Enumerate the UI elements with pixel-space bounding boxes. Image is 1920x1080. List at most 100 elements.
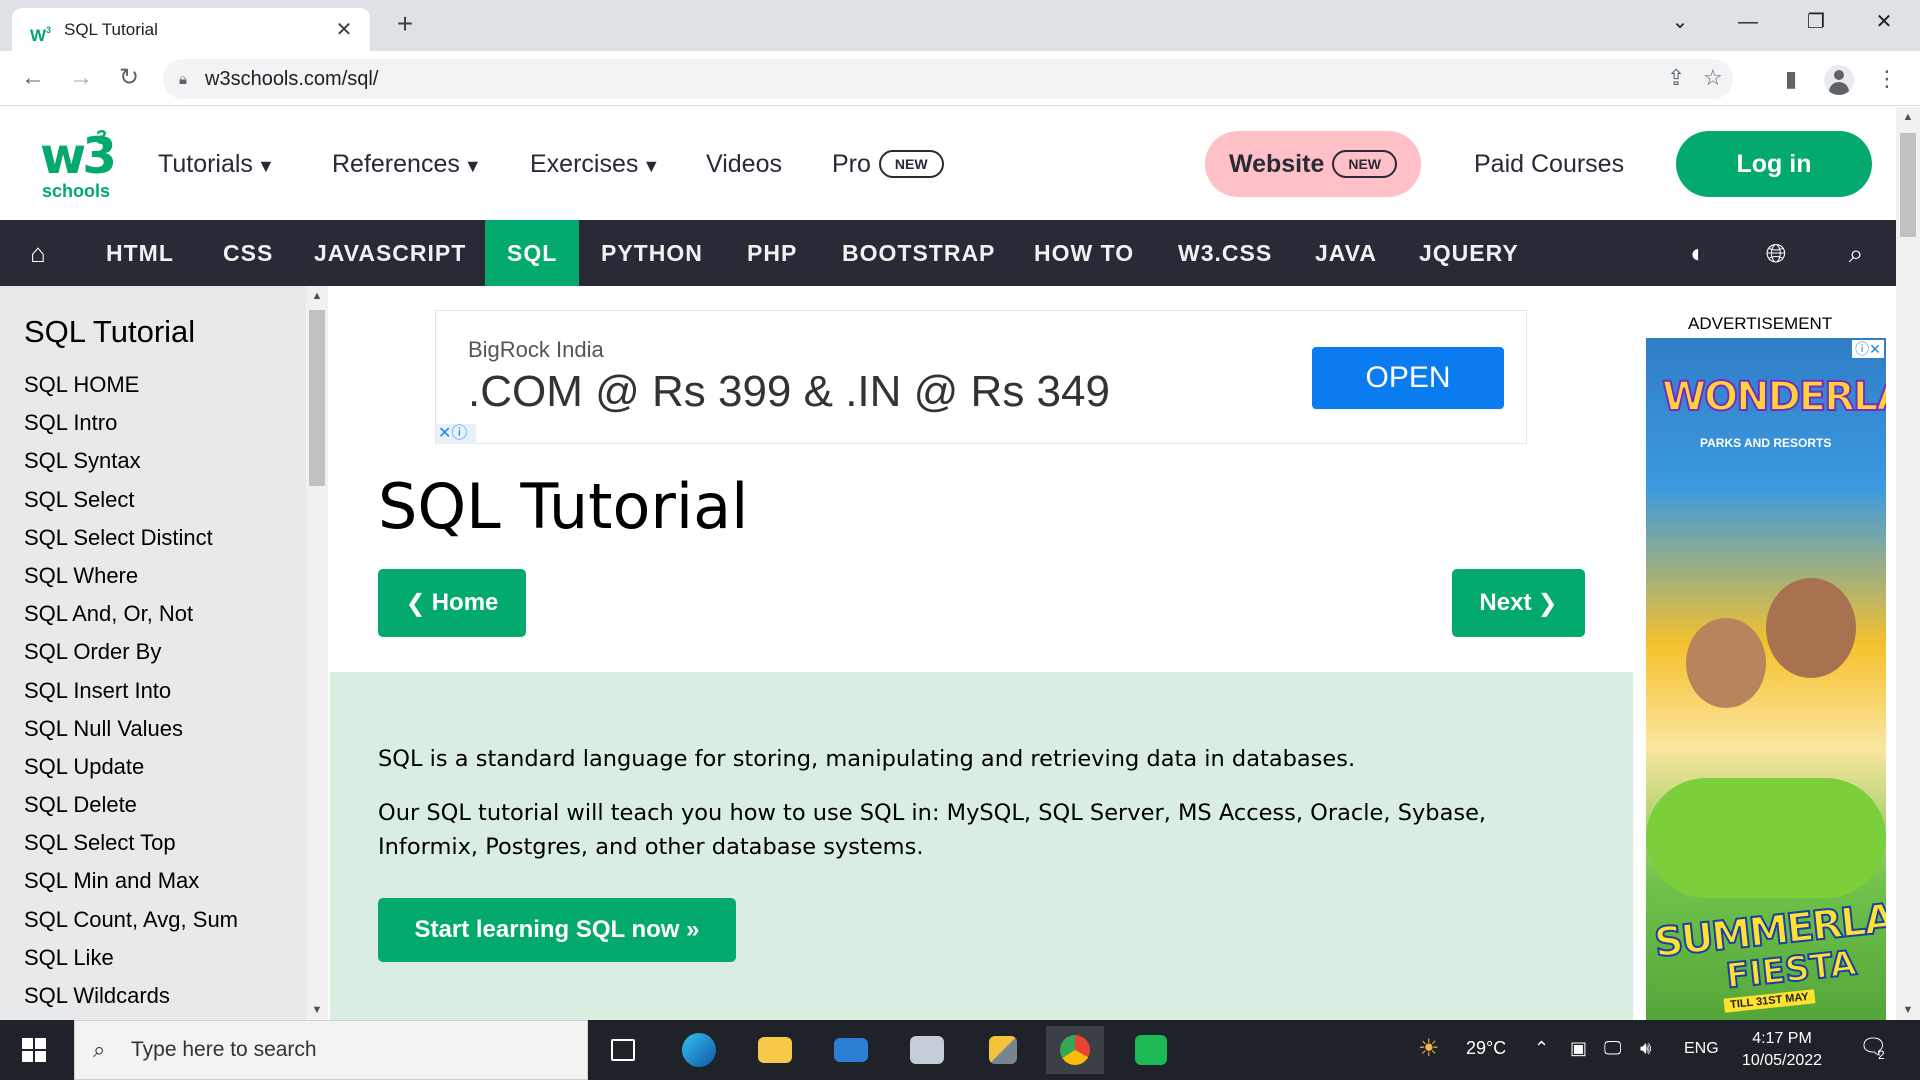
home-icon[interactable]: ⌂ (22, 238, 54, 270)
subnav-html[interactable]: HTML (84, 220, 196, 286)
windows-start-icon[interactable] (22, 1038, 46, 1062)
caret-down-icon: ▼ (256, 156, 275, 176)
sidebar-item-and-or-not[interactable]: SQL And, Or, Not (24, 595, 238, 633)
minimize-button[interactable]: — (1718, 4, 1778, 40)
edge-browser-icon[interactable] (670, 1026, 728, 1074)
task-view-icon[interactable] (594, 1026, 652, 1074)
w3schools-logo[interactable]: w3 3 schools (40, 127, 117, 207)
volume-icon[interactable]: 🔊︎ (1640, 1038, 1651, 1059)
windows-taskbar: ⌕ Type here to search ☀ 29°C ⌃ ▣ 🖵︎ 🔊︎ E… (0, 1020, 1920, 1080)
subnav-java[interactable]: JAVA (1293, 220, 1399, 286)
subnav-jquery[interactable]: JQUERY (1397, 220, 1541, 286)
subject-navbar: ⌂ HTML CSS JAVASCRIPT SQL PYTHON PHP BOO… (0, 220, 1896, 286)
paid-courses-link[interactable]: Paid Courses (1474, 150, 1624, 179)
website-button[interactable]: Website NEW (1205, 131, 1421, 197)
chrome-menu-icon[interactable]: ⋮ (1872, 65, 1902, 95)
sidebar-item-intro[interactable]: SQL Intro (24, 404, 238, 442)
tray-chevron-up-icon[interactable]: ⌃ (1534, 1038, 1549, 1059)
sidebar-list: SQL HOME SQL Intro SQL Syntax SQL Select… (24, 366, 238, 1015)
nav-pro[interactable]: Pro NEW (832, 150, 944, 179)
notification-center-icon[interactable]: 🗨︎ 2 (1856, 1034, 1890, 1064)
tab-close-icon[interactable]: ✕ (332, 17, 356, 42)
start-learning-button[interactable]: Start learning SQL now » (378, 898, 736, 962)
ad-choices-icon[interactable]: ✕ⓘ (436, 424, 476, 444)
sidebar-item-null-values[interactable]: SQL Null Values (24, 710, 238, 748)
weather-icon[interactable]: ☀ (1418, 1034, 1440, 1063)
subnav-bootstrap[interactable]: BOOTSTRAP (820, 220, 1017, 286)
page-scrollbar[interactable]: ▲ ▼ (1896, 107, 1920, 1020)
scroll-up-arrow-icon[interactable]: ▲ (306, 290, 328, 302)
globe-icon[interactable]: 🌐︎ (1760, 238, 1792, 270)
scroll-up-arrow-icon[interactable]: ▲ (1896, 111, 1920, 123)
sidebar-item-update[interactable]: SQL Update (24, 748, 238, 786)
scroll-down-arrow-icon[interactable]: ▼ (1896, 1004, 1920, 1016)
taskbar-clock[interactable]: 4:17 PM 10/05/2022 (1732, 1028, 1832, 1072)
meet-now-icon[interactable]: ▣ (1570, 1038, 1587, 1059)
url-text[interactable]: w3schools.com/sql/ (205, 68, 378, 91)
subnav-javascript[interactable]: JAVASCRIPT (292, 220, 488, 286)
subnav-php[interactable]: PHP (725, 220, 819, 286)
close-window-button[interactable]: ✕ (1854, 4, 1914, 40)
sidebar-item-count-avg-sum[interactable]: SQL Count, Avg, Sum (24, 901, 238, 939)
taskbar-search-box[interactable]: ⌕ Type here to search (74, 1020, 588, 1080)
top-ad-banner[interactable]: BigRock India .COM @ Rs 399 & .IN @ Rs 3… (435, 310, 1527, 444)
app-window-icon[interactable] (898, 1026, 956, 1074)
sidebar-item-home[interactable]: SQL HOME (24, 366, 238, 404)
sidebar-item-syntax[interactable]: SQL Syntax (24, 442, 238, 480)
sidebar-item-select-top[interactable]: SQL Select Top (24, 824, 238, 862)
reload-button[interactable]: ↻ (112, 63, 146, 95)
subnav-w3css[interactable]: W3.CSS (1156, 220, 1294, 286)
forward-button[interactable]: → (64, 63, 98, 95)
sidebar-item-where[interactable]: SQL Where (24, 557, 238, 595)
new-tab-button[interactable]: + (390, 10, 420, 40)
dark-mode-icon[interactable]: ◐ (1682, 238, 1714, 270)
share-icon[interactable]: ⇪ (1667, 65, 1685, 91)
tab-search-icon[interactable]: ⌄ (1650, 4, 1710, 40)
sidebar-item-like[interactable]: SQL Like (24, 939, 238, 977)
sidebar-scroll-thumb[interactable] (309, 310, 325, 486)
sidebar-item-insert-into[interactable]: SQL Insert Into (24, 672, 238, 710)
tools-app-icon[interactable] (974, 1026, 1032, 1074)
subnav-sql[interactable]: SQL (485, 220, 580, 286)
mail-icon[interactable] (822, 1026, 880, 1074)
file-explorer-icon[interactable] (746, 1026, 804, 1074)
bookmark-star-icon[interactable]: ☆ (1703, 65, 1723, 91)
nav-exercises[interactable]: Exercises ▼ (530, 150, 660, 179)
nav-references[interactable]: References ▼ (332, 150, 482, 179)
login-button[interactable]: Log in (1676, 131, 1872, 197)
address-bar[interactable]: 🔒︎ w3schools.com/sql/ ⇪ ☆ (163, 59, 1733, 99)
sidebar-item-order-by[interactable]: SQL Order By (24, 633, 238, 671)
sidebar-item-select-distinct[interactable]: SQL Select Distinct (24, 519, 238, 557)
sidebar-item-wildcards[interactable]: SQL Wildcards (24, 977, 238, 1015)
nav-tutorials[interactable]: Tutorials ▼ (158, 150, 275, 179)
download-app-icon[interactable] (1122, 1026, 1180, 1074)
lock-icon[interactable]: 🔒︎ (179, 71, 205, 88)
search-icon[interactable]: ⌕ (1840, 238, 1872, 270)
next-button[interactable]: Next ❯ (1452, 569, 1585, 637)
ad-open-button[interactable]: OPEN (1312, 347, 1504, 409)
browser-tab[interactable]: W3 SQL Tutorial ✕ (12, 8, 370, 51)
language-indicator[interactable]: ENG (1684, 1040, 1719, 1058)
subnav-python[interactable]: PYTHON (579, 220, 725, 286)
subnav-css[interactable]: CSS (201, 220, 295, 286)
side-panel-icon[interactable]: ▮ (1776, 65, 1806, 95)
profile-avatar-icon[interactable] (1824, 65, 1854, 95)
chevron-left-icon: ❮ (405, 589, 426, 617)
page-scroll-thumb[interactable] (1900, 133, 1916, 237)
ad-choices-icon[interactable]: ⓘ✕ (1852, 340, 1884, 358)
nav-videos[interactable]: Videos (706, 150, 782, 179)
scroll-down-arrow-icon[interactable]: ▼ (306, 1004, 328, 1016)
back-button[interactable]: ← (16, 63, 50, 95)
network-icon[interactable]: 🖵︎ (1604, 1038, 1621, 1059)
side-ad-banner[interactable]: ⓘ✕ WONDERLA PARKS AND RESORTS SUMMERLA F… (1646, 338, 1886, 1020)
temperature[interactable]: 29°C (1466, 1038, 1506, 1059)
restore-button[interactable]: ❐ (1786, 4, 1846, 40)
ad-photo-person (1686, 618, 1766, 708)
sidebar-item-delete[interactable]: SQL Delete (24, 786, 238, 824)
home-button[interactable]: ❮ Home (378, 569, 526, 637)
sidebar-item-select[interactable]: SQL Select (24, 481, 238, 519)
sidebar-item-min-max[interactable]: SQL Min and Max (24, 862, 238, 900)
chrome-browser-icon[interactable] (1046, 1026, 1104, 1074)
sidebar-scrollbar[interactable]: ▲ ▼ (306, 286, 328, 1020)
subnav-howto[interactable]: HOW TO (1012, 220, 1156, 286)
